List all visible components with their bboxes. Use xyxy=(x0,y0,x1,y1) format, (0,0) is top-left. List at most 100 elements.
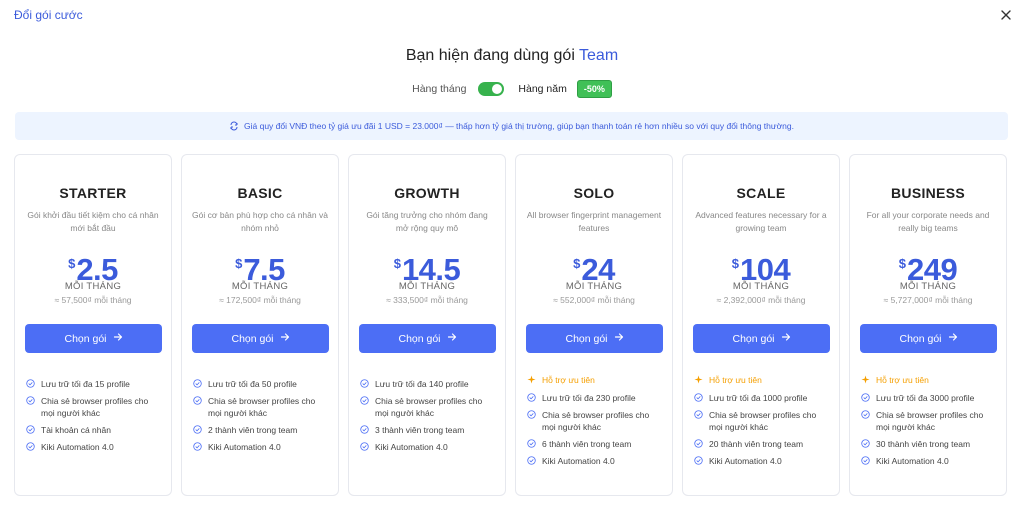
choose-plan-button[interactable]: Chọn gói xyxy=(192,324,329,353)
choose-plan-button[interactable]: Chọn gói xyxy=(25,324,162,353)
plan-description: Advanced features necessary for a growin… xyxy=(695,210,827,233)
feature-text: 20 thành viên trong team xyxy=(709,439,804,449)
check-circle-icon xyxy=(861,439,870,448)
feature-text: Lưu trữ tối đa 140 profile xyxy=(375,379,469,389)
feature-text: Kiki Automation 4.0 xyxy=(375,442,448,452)
plan-description: Gói cơ bản phù hợp cho cá nhân và nhóm n… xyxy=(192,210,328,233)
arrow-right-icon xyxy=(948,332,958,345)
feature-text: Kiki Automation 4.0 xyxy=(208,442,281,452)
feature-item: 3 thành viên trong team xyxy=(360,424,495,436)
check-circle-icon xyxy=(694,410,703,419)
dialog-header: Đổi gói cước xyxy=(0,0,1024,30)
feature-text: 3 thành viên trong team xyxy=(375,425,465,435)
priority-support-label: Hỗ trợ ưu tiên xyxy=(876,375,929,385)
choose-plan-label: Chọn gói xyxy=(732,332,775,345)
choose-plan-label: Chọn gói xyxy=(899,332,942,345)
plan-name: BASIC xyxy=(237,185,283,201)
arrow-right-icon xyxy=(113,332,123,345)
billing-period-toggle[interactable] xyxy=(478,82,505,96)
feature-text: Chia sẻ browser profiles cho mọi người k… xyxy=(208,396,316,418)
plan-description: Gói khởi đầu tiết kiệm cho cá nhân mới b… xyxy=(27,210,159,233)
dialog-title: Đổi gói cước xyxy=(14,8,83,22)
check-circle-icon xyxy=(193,379,202,388)
plan-card-business: BUSINESS For all your corporate needs an… xyxy=(849,154,1007,496)
feature-text: Kiki Automation 4.0 xyxy=(709,456,782,466)
close-icon[interactable] xyxy=(998,7,1014,23)
feature-item: Lưu trữ tối đa 15 profile xyxy=(26,378,161,390)
price-period: MỖI THÁNG xyxy=(899,281,957,292)
feature-item: Lưu trữ tối đa 230 profile xyxy=(527,392,662,404)
feature-item: Lưu trữ tối đa 50 profile xyxy=(193,378,328,390)
choose-plan-button[interactable]: Chọn gói xyxy=(693,324,830,353)
check-circle-icon xyxy=(26,396,35,405)
feature-item: Kiki Automation 4.0 xyxy=(861,455,996,467)
check-circle-icon xyxy=(527,410,536,419)
price-vnd: ≈ 172,500₫ mỗi tháng xyxy=(219,295,301,305)
plan-card-basic: BASIC Gói cơ bản phù hợp cho cá nhân và … xyxy=(181,154,339,496)
check-circle-icon xyxy=(694,393,703,402)
choose-plan-button[interactable]: Chọn gói xyxy=(860,324,997,353)
priority-support-label: Hỗ trợ ưu tiên xyxy=(709,375,762,385)
feature-item: Chia sẻ browser profiles cho mọi người k… xyxy=(360,395,495,419)
feature-list: Hỗ trợ ưu tiên Lưu trữ tối đa 3000 profi… xyxy=(860,374,996,467)
currency-symbol: $ xyxy=(393,256,401,271)
exchange-rate-info: Giá quy đổi VNĐ theo tỷ giá ưu đãi 1 USD… xyxy=(15,112,1008,140)
feature-item: 30 thành viên trong team xyxy=(861,438,996,450)
plan-name: SOLO xyxy=(573,185,615,201)
price-vnd: ≈ 5,727,000₫ mỗi tháng xyxy=(883,295,973,305)
feature-item: Lưu trữ tối đa 140 profile xyxy=(360,378,495,390)
price-vnd: ≈ 333,500₫ mỗi tháng xyxy=(386,295,468,305)
plan-price: $7.5 xyxy=(192,249,328,285)
priority-support-item: Hỗ trợ ưu tiên xyxy=(694,374,829,386)
check-circle-icon xyxy=(26,442,35,451)
feature-item: 6 thành viên trong team xyxy=(527,438,662,450)
check-circle-icon xyxy=(694,439,703,448)
choose-plan-button[interactable]: Chọn gói xyxy=(526,324,663,353)
feature-list: Hỗ trợ ưu tiên Lưu trữ tối đa 1000 profi… xyxy=(693,374,829,467)
check-circle-icon xyxy=(527,439,536,448)
feature-item: Chia sẻ browser profiles cho mọi người k… xyxy=(861,409,996,433)
monthly-label[interactable]: Hàng tháng xyxy=(412,83,466,95)
feature-text: Kiki Automation 4.0 xyxy=(41,442,114,452)
plan-price: $2.5 xyxy=(25,249,161,285)
price-period: MỖI THÁNG xyxy=(732,281,790,292)
feature-item: Lưu trữ tối đa 3000 profile xyxy=(861,392,996,404)
priority-support-item: Hỗ trợ ưu tiên xyxy=(527,374,662,386)
feature-text: Lưu trữ tối đa 15 profile xyxy=(41,379,130,389)
plan-cards: STARTER Gói khởi đầu tiết kiệm cho cá nh… xyxy=(14,154,1010,496)
price-period: MỖI THÁNG xyxy=(231,281,289,292)
plan-price: $14.5 xyxy=(359,249,495,285)
check-circle-icon xyxy=(861,393,870,402)
feature-item: Kiki Automation 4.0 xyxy=(527,455,662,467)
check-circle-icon xyxy=(360,442,369,451)
check-circle-icon xyxy=(193,442,202,451)
exchange-rate-text: Giá quy đổi VNĐ theo tỷ giá ưu đãi 1 USD… xyxy=(244,121,794,131)
choose-plan-button[interactable]: Chọn gói xyxy=(359,324,496,353)
check-circle-icon xyxy=(527,393,536,402)
plan-name: GROWTH xyxy=(394,185,460,201)
currency-symbol: $ xyxy=(731,256,739,271)
feature-text: Chia sẻ browser profiles cho mọi người k… xyxy=(41,396,149,418)
feature-text: Lưu trữ tối đa 3000 profile xyxy=(876,393,975,403)
feature-item: 20 thành viên trong team xyxy=(694,438,829,450)
price-vnd: ≈ 2,392,000₫ mỗi tháng xyxy=(716,295,806,305)
feature-text: 6 thành viên trong team xyxy=(542,439,632,449)
plan-name: BUSINESS xyxy=(891,185,965,201)
plan-card-growth: GROWTH Gói tăng trưởng cho nhóm đang mở … xyxy=(348,154,506,496)
choose-plan-label: Chọn gói xyxy=(64,332,107,345)
plan-card-starter: STARTER Gói khởi đầu tiết kiệm cho cá nh… xyxy=(14,154,172,496)
heading-prefix: Bạn hiện đang dùng gói xyxy=(405,47,575,64)
arrow-right-icon xyxy=(781,332,791,345)
currency-symbol: $ xyxy=(573,256,581,271)
check-circle-icon xyxy=(26,425,35,434)
feature-item: Kiki Automation 4.0 xyxy=(360,441,495,453)
feature-text: Lưu trữ tối đa 50 profile xyxy=(208,379,297,389)
currency-symbol: $ xyxy=(235,256,243,271)
feature-text: Chia sẻ browser profiles cho mọi người k… xyxy=(375,396,483,418)
priority-support-item: Hỗ trợ ưu tiên xyxy=(861,374,996,386)
choose-plan-label: Chọn gói xyxy=(398,332,441,345)
yearly-label[interactable]: Hàng năm xyxy=(518,83,566,95)
price-period: MỖI THÁNG xyxy=(64,281,122,292)
plan-description: Gói tăng trưởng cho nhóm đang mở rộng qu… xyxy=(366,210,488,233)
feature-text: Lưu trữ tối đa 1000 profile xyxy=(709,393,808,403)
